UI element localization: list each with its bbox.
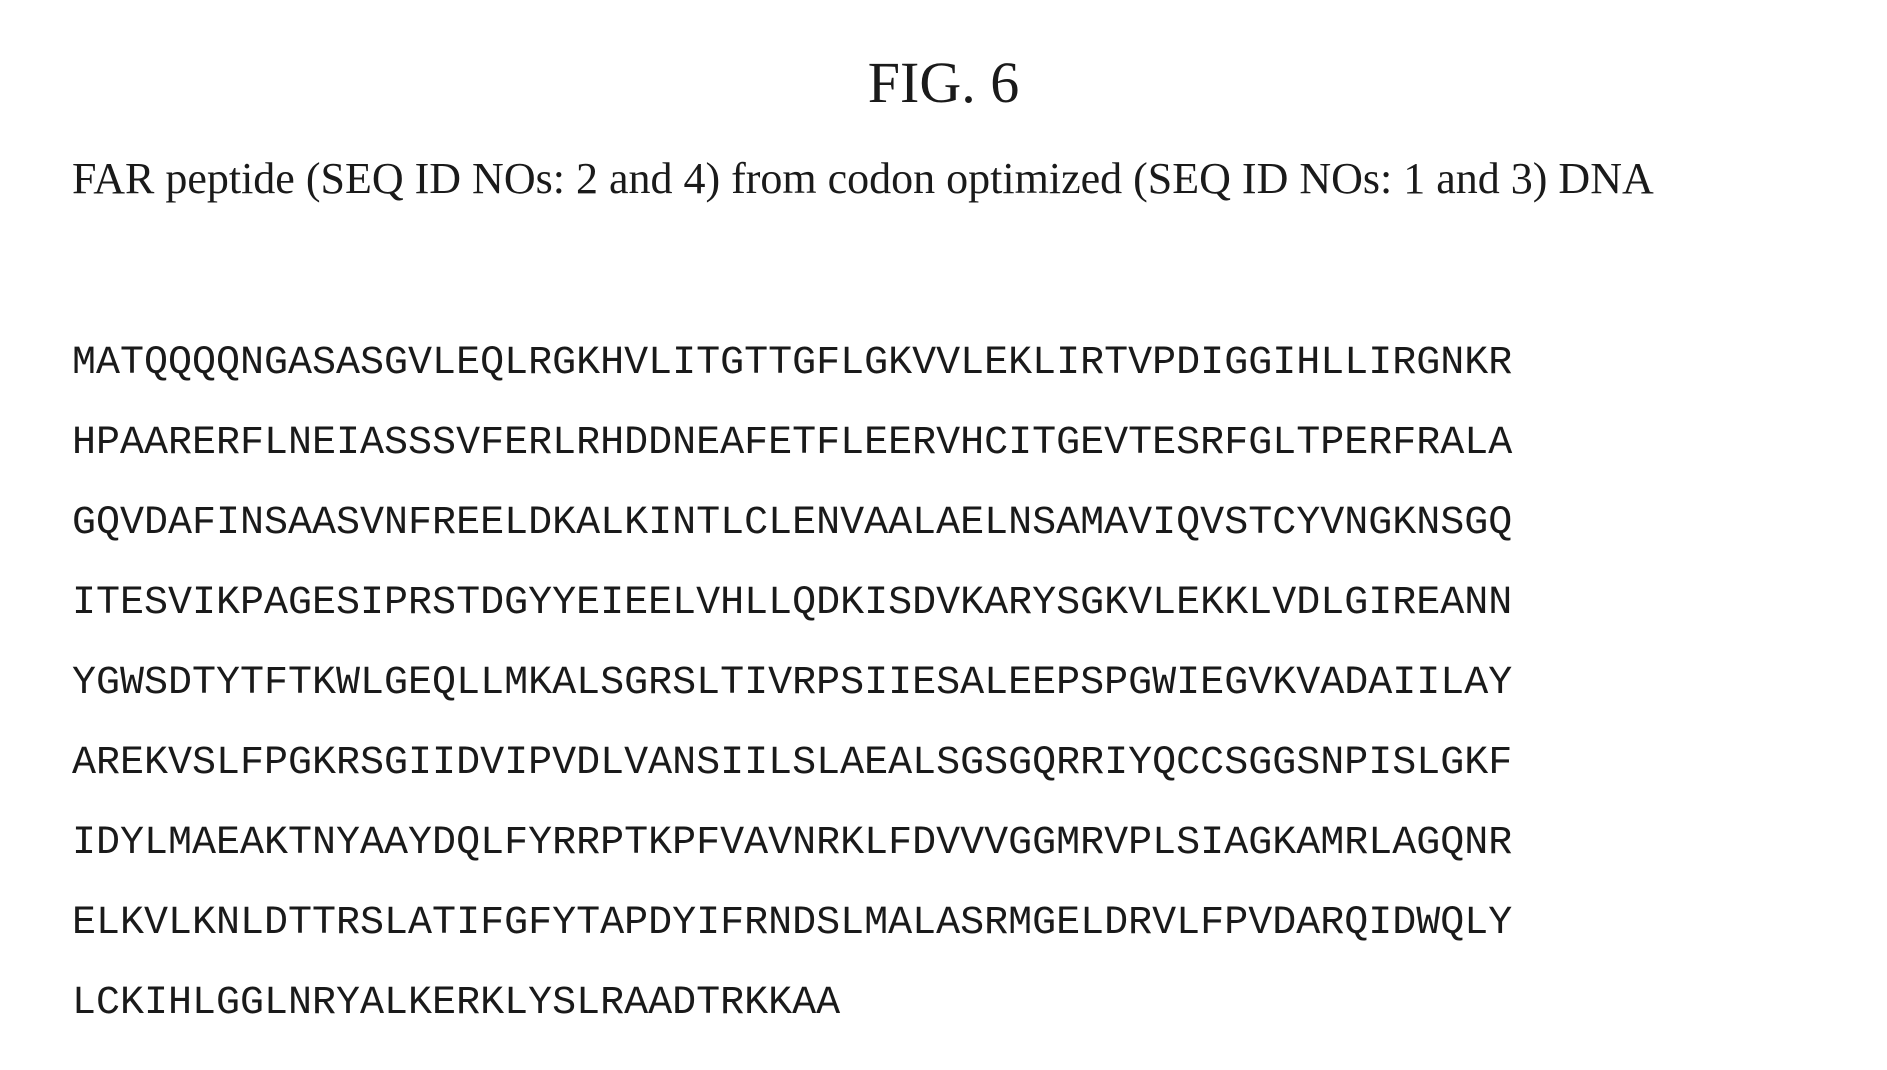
- document-page: FIG. 6 FAR peptide (SEQ ID NOs: 2 and 4)…: [0, 0, 1887, 1070]
- sequence-line: YGWSDTYTFTKWLGEQLLMKALSGRSLTIVRPSIIESALE…: [72, 658, 1512, 738]
- peptide-sequence: MATQQQQNGASASGVLEQLRGKHVLITGTTGFLGKVVLEK…: [72, 338, 1512, 1058]
- sequence-line: LCKIHLGGLNRYALKERKLYSLRAADTRKKAA: [72, 978, 1512, 1058]
- sequence-line: HPAARERFLNEIASSSVFERLRHDDNEAFETFLEERVHCI…: [72, 418, 1512, 498]
- figure-caption: FAR peptide (SEQ ID NOs: 2 and 4) from c…: [72, 152, 1654, 206]
- sequence-line: IDYLMAEAKTNYAAYDQLFYRRPTKPFVAVNRKLFDVVVG…: [72, 818, 1512, 898]
- sequence-line: MATQQQQNGASASGVLEQLRGKHVLITGTTGFLGKVVLEK…: [72, 338, 1512, 418]
- sequence-line: AREKVSLFPGKRSGIIDVIPVDLVANSIILSLAEALSGSG…: [72, 738, 1512, 818]
- sequence-line: ITESVIKPAGESIPRSTDGYYEIEELVHLLQDKISDVKAR…: [72, 578, 1512, 658]
- figure-title: FIG. 6: [0, 48, 1887, 118]
- sequence-line: ELKVLKNLDTTRSLATIFGFYTAPDYIFRNDSLMALASRM…: [72, 898, 1512, 978]
- sequence-line: GQVDAFINSAASVNFREELDKALKINTLCLENVAALAELN…: [72, 498, 1512, 578]
